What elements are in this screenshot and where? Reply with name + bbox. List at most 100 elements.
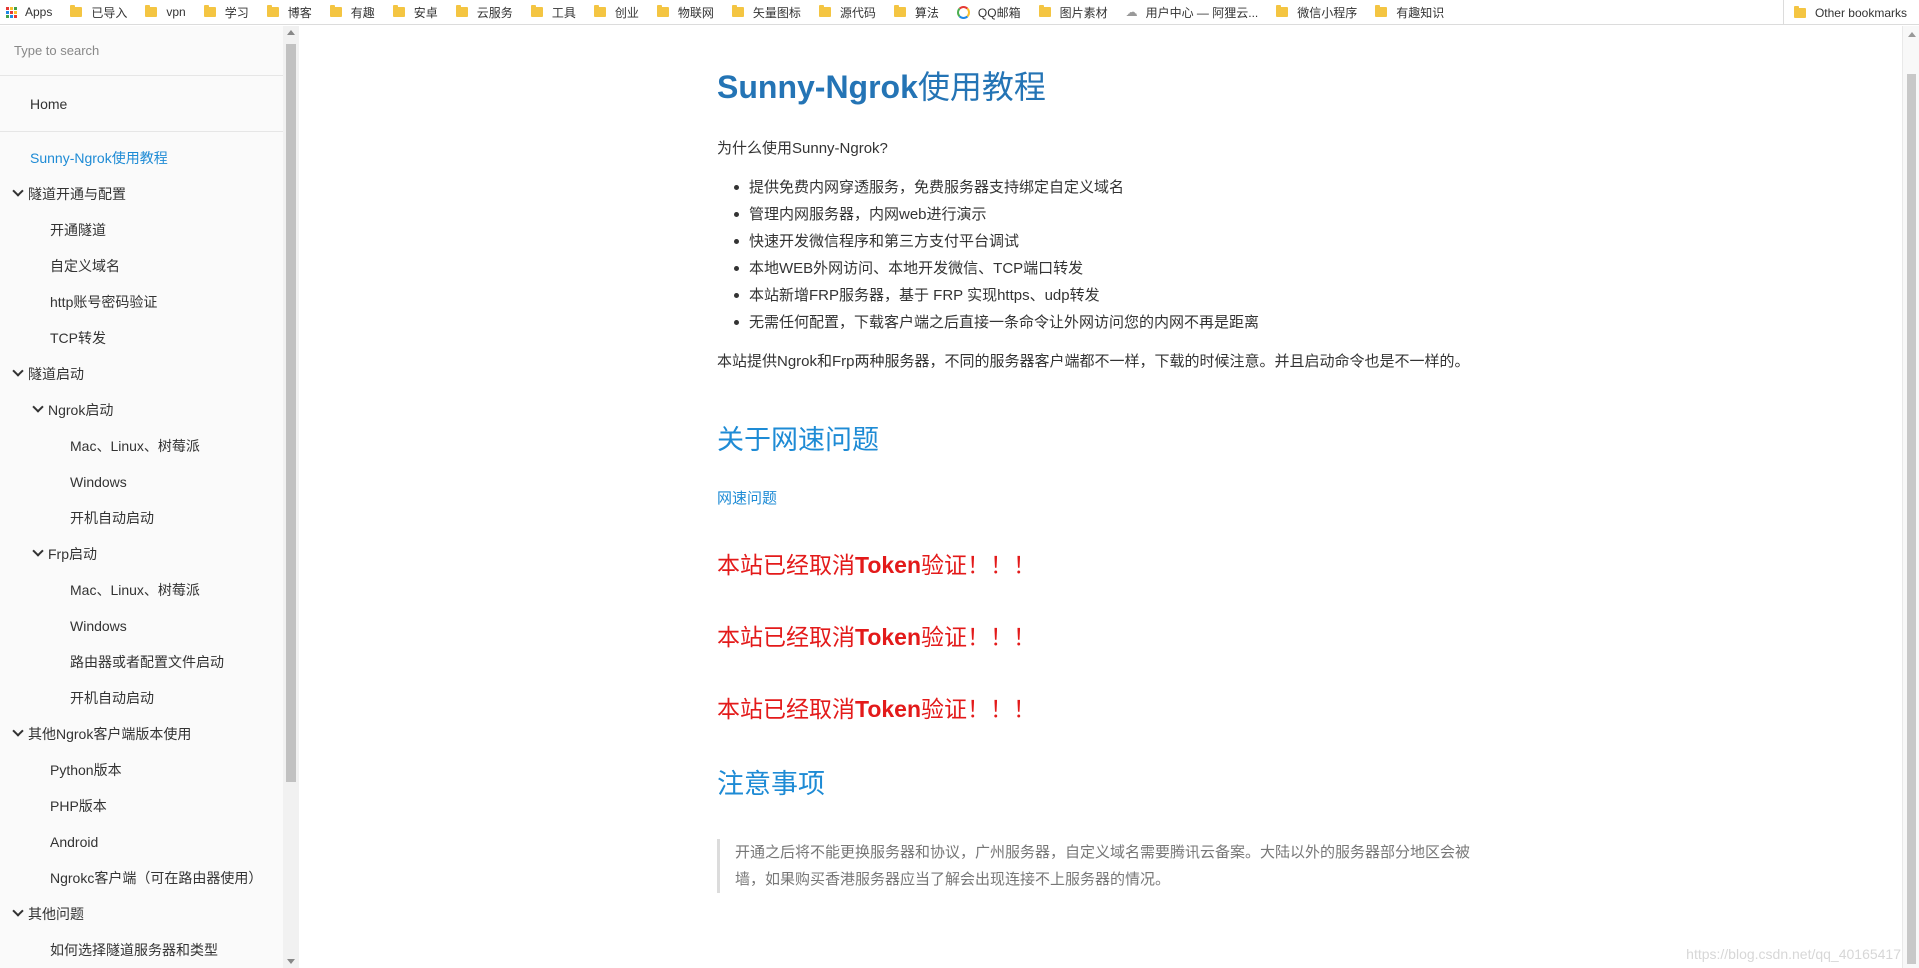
bookmark-label: 源代码 (839, 5, 876, 20)
sidebar-item-label: 开机自动启动 (70, 510, 154, 526)
bookmark-folder[interactable]: 学习 (198, 2, 257, 22)
bookmark-folder[interactable]: 算法 (888, 2, 947, 22)
bookmark-folder[interactable]: 图片素材 (1033, 2, 1116, 22)
folder-icon (392, 5, 405, 17)
sidebar-item-label: Windows (70, 474, 127, 490)
sidebar-item-tutorial[interactable]: Sunny-Ngrok使用教程 (0, 140, 298, 176)
sidebar-section-start[interactable]: 隧道启动 (0, 356, 298, 392)
sidebar-item-label: Mac、Linux、树莓派 (70, 582, 200, 598)
sidebar-section-tunnel[interactable]: 隧道开通与配置 (0, 176, 298, 212)
bookmark-label: 安卓 (413, 5, 438, 20)
bookmark-other[interactable]: Other bookmarks (1782, 0, 1915, 24)
bookmark-folder[interactable]: vpn (139, 2, 193, 22)
apps-grid-icon (6, 6, 17, 18)
sidebar-item-ngrok-windows[interactable]: Windows (0, 464, 298, 500)
sidebar-item-label: 其他Ngrok客户端版本使用 (28, 726, 192, 742)
warning-pre: 本站已经取消 (717, 553, 855, 580)
sidebar-item-home[interactable]: Home (0, 76, 298, 132)
bookmark-folder[interactable]: 矢量图标 (726, 2, 809, 22)
folder-icon (893, 5, 906, 17)
notes-quote: 开通之后将不能更换服务器和协议，广州服务器，自定义域名需要腾讯云备案。大陆以外的… (717, 839, 1477, 894)
bookmark-folder[interactable]: 创业 (588, 2, 647, 22)
bookmark-folder[interactable]: 有趣知识 (1369, 2, 1452, 22)
bookmark-label: 用户中心 — 阿狸云... (1145, 5, 1259, 20)
sidebar-item-php[interactable]: PHP版本 (0, 788, 298, 824)
bookmark-folder[interactable]: 已导入 (64, 2, 135, 22)
bookmark-folder[interactable]: 安卓 (387, 2, 446, 22)
sidebar-section-frp-start[interactable]: Frp启动 (0, 536, 298, 572)
scroll-down-icon[interactable] (287, 959, 295, 964)
sidebar-item-http-auth[interactable]: http账号密码验证 (0, 284, 298, 320)
sidebar-item-ngrokc[interactable]: Ngrokc客户端（可在路由器使用） (0, 860, 298, 896)
chevron-down-icon (32, 545, 44, 557)
folder-icon (530, 5, 543, 17)
sidebar-section-ngrok-start[interactable]: Ngrok启动 (0, 392, 298, 428)
folder-icon (731, 5, 744, 17)
sidebar: Home Sunny-Ngrok使用教程 隧道开通与配置 开通隧道 自定义域名 … (0, 26, 299, 968)
token-warning: 本站已经取消Token验证！！！ (717, 618, 1487, 652)
bookmark-folder[interactable]: 云服务 (450, 2, 521, 22)
sidebar-scrollbar[interactable] (283, 26, 299, 968)
folder-icon (203, 5, 216, 17)
notes-heading: 注意事项 (717, 769, 825, 801)
sidebar-item-custom-domain[interactable]: 自定义域名 (0, 248, 298, 284)
bookmark-folder[interactable]: 有趣 (324, 2, 383, 22)
warning-token: Token (855, 552, 922, 579)
why-question: 为什么使用Sunny-Ngrok? (717, 140, 888, 158)
bookmark-qqmail[interactable]: QQ邮箱 (951, 2, 1029, 22)
sidebar-item-ngrok-autostart[interactable]: 开机自动启动 (0, 500, 298, 536)
warning-post: 验证！！！ (921, 553, 1037, 580)
bookmark-label: 工具 (551, 5, 576, 20)
folder-icon (1276, 5, 1289, 17)
scrollbar-thumb[interactable] (1907, 74, 1916, 964)
speed-link[interactable]: 网速问题 (717, 487, 777, 508)
bookmark-folder[interactable]: 博客 (261, 2, 320, 22)
scroll-up-icon[interactable] (1908, 32, 1916, 37)
sidebar-item-label: Frp启动 (48, 546, 97, 562)
warning-token: Token (855, 624, 922, 651)
bookmark-folder[interactable]: 工具 (525, 2, 584, 22)
bookmark-label: QQ邮箱 (977, 5, 1021, 20)
sidebar-section-other-issues[interactable]: 其他问题 (0, 896, 298, 932)
sidebar-item-choose-server[interactable]: 如何选择隧道服务器和类型 (0, 932, 298, 968)
sidebar-section-other-clients[interactable]: 其他Ngrok客户端版本使用 (0, 716, 298, 752)
folder-icon (593, 5, 606, 17)
sidebar-item-frp-router[interactable]: 路由器或者配置文件启动 (0, 644, 298, 680)
bookmark-label: 云服务 (476, 5, 513, 20)
bookmark-label: 有趣知识 (1396, 5, 1445, 20)
warning-post: 验证！！！ (921, 625, 1037, 652)
bookmark-apps[interactable]: Apps (0, 2, 60, 22)
bookmark-label: 矢量图标 (752, 5, 801, 20)
watermark: https://blog.csdn.net/qq_40165417 (1686, 946, 1901, 962)
page-title-cn: 使用教程 (917, 68, 1046, 106)
sidebar-item-frp-mac-linux[interactable]: Mac、Linux、树莓派 (0, 572, 298, 608)
warning-token: Token (855, 696, 922, 723)
scroll-up-icon[interactable] (287, 30, 295, 35)
sidebar-item-android[interactable]: Android (0, 824, 298, 860)
sidebar-item-label: 隧道启动 (28, 366, 84, 382)
bookmark-aliyun[interactable]: ☁ 用户中心 — 阿狸云... (1120, 2, 1267, 22)
page-scrollbar[interactable] (1902, 26, 1919, 968)
token-warning: 本站已经取消Token验证！！！ (717, 546, 1487, 580)
scrollbar-thumb[interactable] (286, 44, 296, 782)
search-box (0, 26, 298, 76)
bookmark-folder[interactable]: 源代码 (813, 2, 884, 22)
sidebar-item-frp-windows[interactable]: Windows (0, 608, 298, 644)
folder-icon (455, 5, 468, 17)
sidebar-item-label: PHP版本 (50, 798, 107, 814)
sidebar-item-python[interactable]: Python版本 (0, 752, 298, 788)
sidebar-item-label: 如何选择隧道服务器和类型 (50, 942, 218, 958)
sidebar-item-open-tunnel[interactable]: 开通隧道 (0, 212, 298, 248)
sidebar-item-tcp-forward[interactable]: TCP转发 (0, 320, 298, 356)
bookmark-label: Apps (25, 5, 53, 19)
bookmark-folder[interactable]: 物联网 (651, 2, 722, 22)
sidebar-item-ngrok-mac-linux[interactable]: Mac、Linux、树莓派 (0, 428, 298, 464)
sidebar-item-frp-autostart[interactable]: 开机自动启动 (0, 680, 298, 716)
page-title: Sunny-Ngrok使用教程 (717, 68, 1487, 106)
list-item: 提供免费内网穿透服务，免费服务器支持绑定自定义域名 (734, 174, 1487, 201)
bookmark-folder[interactable]: 微信小程序 (1270, 2, 1365, 22)
bookmark-label: 有趣 (350, 5, 375, 20)
folder-icon (329, 5, 342, 17)
search-input[interactable] (14, 43, 254, 58)
warning-pre: 本站已经取消 (717, 697, 855, 724)
